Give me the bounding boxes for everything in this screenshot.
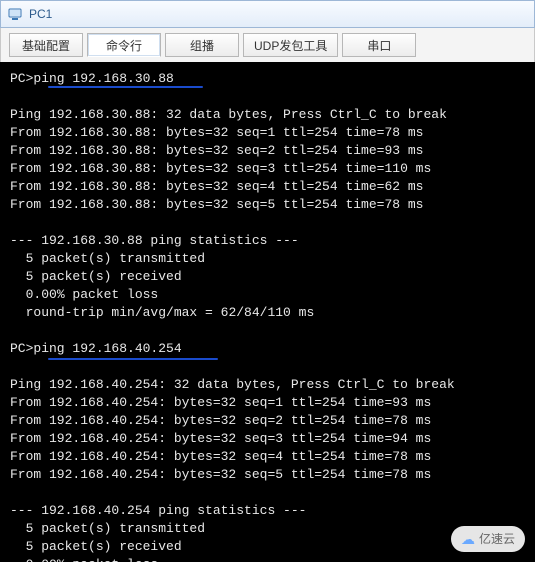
tab-label: UDP发包工具 xyxy=(254,37,327,54)
watermark-text: 亿速云 xyxy=(479,530,515,548)
tab-cli[interactable]: 命令行 xyxy=(87,33,161,57)
tab-serial[interactable]: 串口 xyxy=(342,33,416,57)
annotation-underline xyxy=(48,86,203,88)
window-title: PC1 xyxy=(29,7,52,21)
watermark-badge: ☁ 亿速云 xyxy=(451,526,525,552)
tab-label: 基础配置 xyxy=(22,37,70,54)
annotation-underline xyxy=(48,358,218,360)
tab-mcast[interactable]: 组播 xyxy=(165,33,239,57)
tab-udp[interactable]: UDP发包工具 xyxy=(243,33,338,57)
tab-label: 组播 xyxy=(190,37,214,54)
window-titlebar: PC1 xyxy=(0,0,535,28)
app-icon xyxy=(7,6,23,22)
terminal-output[interactable]: PC>ping 192.168.30.88 Ping 192.168.30.88… xyxy=(0,62,535,562)
tab-bar: 基础配置 命令行 组播 UDP发包工具 串口 xyxy=(0,28,535,62)
tab-basic[interactable]: 基础配置 xyxy=(9,33,83,57)
tab-label: 命令行 xyxy=(106,37,142,54)
tab-label: 串口 xyxy=(367,37,391,54)
cloud-icon: ☁ xyxy=(461,530,475,548)
